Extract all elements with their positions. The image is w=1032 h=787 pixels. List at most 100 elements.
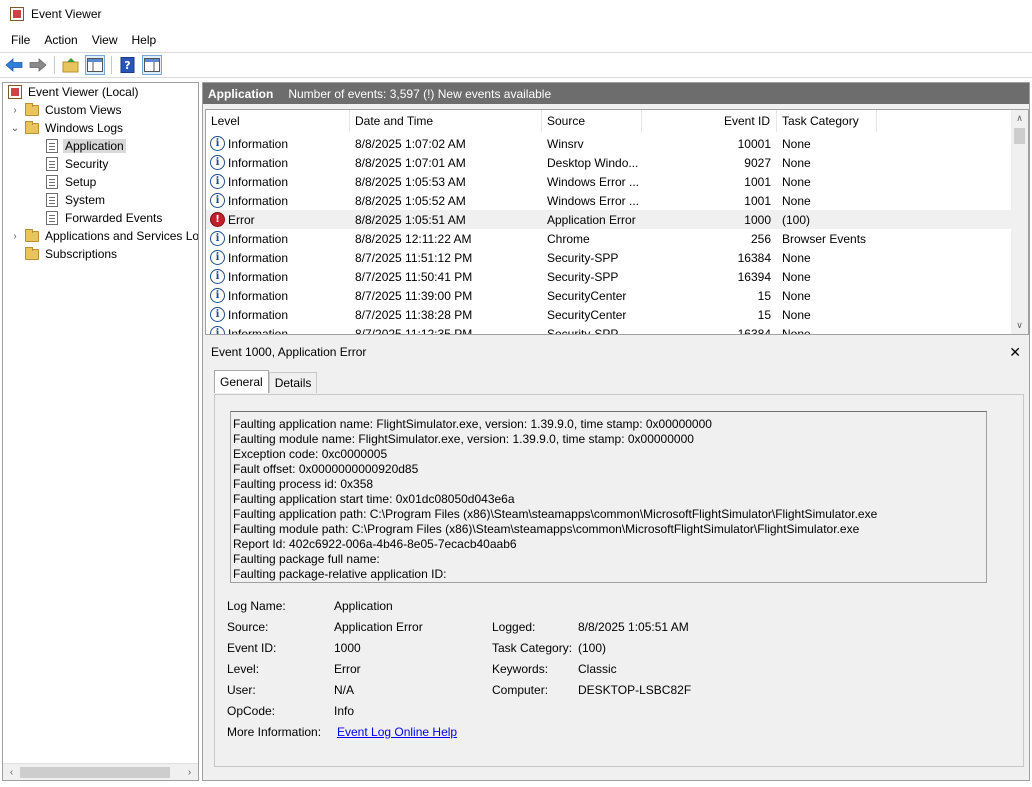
- menu-bar: File Action View Help: [0, 30, 163, 50]
- scroll-right-icon[interactable]: ›: [181, 764, 198, 780]
- menu-action[interactable]: Action: [37, 33, 84, 47]
- tree-item-system[interactable]: System: [44, 191, 107, 209]
- chevron-down-icon[interactable]: ⌄: [9, 122, 21, 134]
- cell-source: SecurityCenter: [547, 307, 627, 322]
- column-header-task-category[interactable]: Task Category: [777, 110, 877, 132]
- menu-file[interactable]: File: [4, 33, 37, 47]
- information-icon: i: [210, 250, 225, 265]
- cell-source: Application Error: [547, 212, 636, 227]
- tree-horizontal-scrollbar[interactable]: ‹ ›: [3, 763, 198, 780]
- tree-item-event-viewer-local[interactable]: Event Viewer (Local): [7, 83, 141, 101]
- cell-task-category: (100): [782, 212, 811, 227]
- level-text: Information: [228, 136, 289, 151]
- level-text: Information: [228, 326, 289, 335]
- column-header-event-id[interactable]: Event ID: [642, 110, 777, 132]
- table-row[interactable]: i Information 8/8/2025 1:05:53 AM Windows E…: [206, 172, 1011, 191]
- user-label: User:: [227, 683, 256, 697]
- user-value: N/A: [334, 683, 355, 697]
- scroll-down-icon[interactable]: ∨: [1011, 317, 1028, 334]
- back-arrow-icon[interactable]: [4, 55, 24, 75]
- event-viewer-icon: [7, 84, 23, 100]
- table-row[interactable]: i Information 8/7/2025 11:51:12 PM Security…: [206, 248, 1011, 267]
- cell-date-time: 8/7/2025 11:50:41 PM: [355, 269, 473, 284]
- table-row[interactable]: i Information 8/8/2025 1:05:52 AM Windows E…: [206, 191, 1011, 210]
- cell-source: Security-SPP: [547, 269, 619, 284]
- information-icon: i: [210, 326, 225, 334]
- tree-item-label: Subscriptions: [45, 247, 118, 261]
- tree-item-label: Security: [65, 157, 109, 171]
- tree-item-forwarded-events[interactable]: Forwarded Events: [44, 209, 164, 227]
- event-list-vertical-scrollbar[interactable]: ∧ ∨: [1011, 110, 1028, 334]
- menu-help[interactable]: Help: [125, 33, 164, 47]
- cell-source: Winsrv: [547, 136, 584, 151]
- column-header-level[interactable]: Level: [206, 110, 350, 132]
- table-row[interactable]: i Information 8/7/2025 11:38:28 PM Security…: [206, 305, 1011, 324]
- scroll-up-icon[interactable]: ∧: [1011, 110, 1028, 127]
- close-icon[interactable]: ✕: [1009, 344, 1021, 361]
- chevron-right-icon[interactable]: ›: [9, 104, 21, 116]
- cell-task-category: None: [782, 136, 811, 151]
- event-id-label: Event ID:: [227, 641, 277, 655]
- show-hide-tree-icon[interactable]: [85, 55, 105, 75]
- navigation-tree: Event Viewer (Local) › Custom Views ⌄ Wi…: [2, 82, 199, 781]
- tab-details[interactable]: Details: [268, 372, 318, 393]
- description-line: Faulting package-relative application ID…: [233, 567, 447, 581]
- scrollbar-thumb[interactable]: [20, 767, 170, 778]
- information-icon: i: [210, 136, 225, 151]
- tree-item-subscriptions[interactable]: Subscriptions: [24, 245, 119, 263]
- tree-item-applications-and-services[interactable]: › Applications and Services Lo: [9, 227, 198, 245]
- scroll-left-icon[interactable]: ‹: [3, 764, 20, 780]
- event-description[interactable]: Faulting application name: FlightSimulat…: [230, 411, 987, 583]
- log-name-label: Log Name:: [227, 599, 286, 613]
- description-line: Exception code: 0xc0000005: [233, 447, 388, 461]
- cell-source: Windows Error ...: [547, 174, 640, 189]
- cell-event-id: 1000: [744, 212, 771, 227]
- table-row[interactable]: i Information 8/8/2025 12:11:22 AM Chrome 25…: [206, 229, 1011, 248]
- help-icon[interactable]: ?: [118, 55, 138, 75]
- folder-icon: [24, 228, 40, 244]
- event-log-online-help-link[interactable]: Event Log Online Help: [337, 725, 457, 739]
- table-row[interactable]: i Information 8/7/2025 11:12:35 PM Security…: [206, 324, 1011, 335]
- window-title: Event Viewer: [31, 7, 102, 21]
- cell-event-id: 9027: [744, 155, 771, 170]
- tree-item-application[interactable]: Application: [44, 137, 126, 155]
- cell-event-id: 1001: [744, 174, 771, 189]
- description-line: Fault offset: 0x0000000000920d85: [233, 462, 419, 476]
- description-line: Faulting application path: C:\Program Fi…: [233, 507, 878, 521]
- chevron-right-icon[interactable]: ›: [9, 230, 21, 242]
- scrollbar-thumb[interactable]: [1014, 128, 1025, 144]
- tab-general[interactable]: General: [214, 370, 269, 393]
- source-value: Application Error: [334, 620, 423, 634]
- table-row[interactable]: i Information 8/7/2025 11:39:00 PM Security…: [206, 286, 1011, 305]
- cell-date-time: 8/7/2025 11:12:35 PM: [355, 326, 473, 335]
- table-row[interactable]: ! Error 8/8/2025 1:05:51 AM Application Err…: [206, 210, 1011, 229]
- cell-task-category: None: [782, 269, 811, 284]
- tree-item-security[interactable]: Security: [44, 155, 110, 173]
- table-row[interactable]: i Information 8/7/2025 11:50:41 PM Security…: [206, 267, 1011, 286]
- up-folder-icon[interactable]: [61, 55, 81, 75]
- level-text: Information: [228, 288, 289, 303]
- tree-item-windows-logs[interactable]: ⌄ Windows Logs: [9, 119, 125, 137]
- computer-label: Computer:: [492, 683, 549, 697]
- log-header-bar: Application Number of events: 3,597 (!) …: [203, 83, 1029, 104]
- log-icon: [44, 156, 60, 172]
- table-row[interactable]: i Information 8/8/2025 1:07:01 AM Desktop W…: [206, 153, 1011, 172]
- folder-icon: [24, 102, 40, 118]
- cell-task-category: Browser Events: [782, 231, 867, 246]
- tree-item-setup[interactable]: Setup: [44, 173, 98, 191]
- cell-level: i Information: [206, 326, 350, 335]
- log-title: Application: [208, 86, 274, 101]
- level-text: Information: [228, 231, 289, 246]
- table-row[interactable]: i Information 8/8/2025 1:07:02 AM Winsrv 100…: [206, 134, 1011, 153]
- log-icon: [44, 192, 60, 208]
- column-header-source[interactable]: Source: [542, 110, 642, 132]
- detail-tabs: General Details: [214, 370, 318, 394]
- cell-task-category: None: [782, 193, 811, 208]
- show-action-pane-icon[interactable]: [142, 55, 162, 75]
- tree-item-label: Application: [63, 139, 126, 153]
- folder-icon: [24, 120, 40, 136]
- column-header-date-time[interactable]: Date and Time: [350, 110, 542, 132]
- menu-view[interactable]: View: [85, 33, 125, 47]
- forward-arrow-icon[interactable]: [28, 55, 48, 75]
- tree-item-custom-views[interactable]: › Custom Views: [9, 101, 123, 119]
